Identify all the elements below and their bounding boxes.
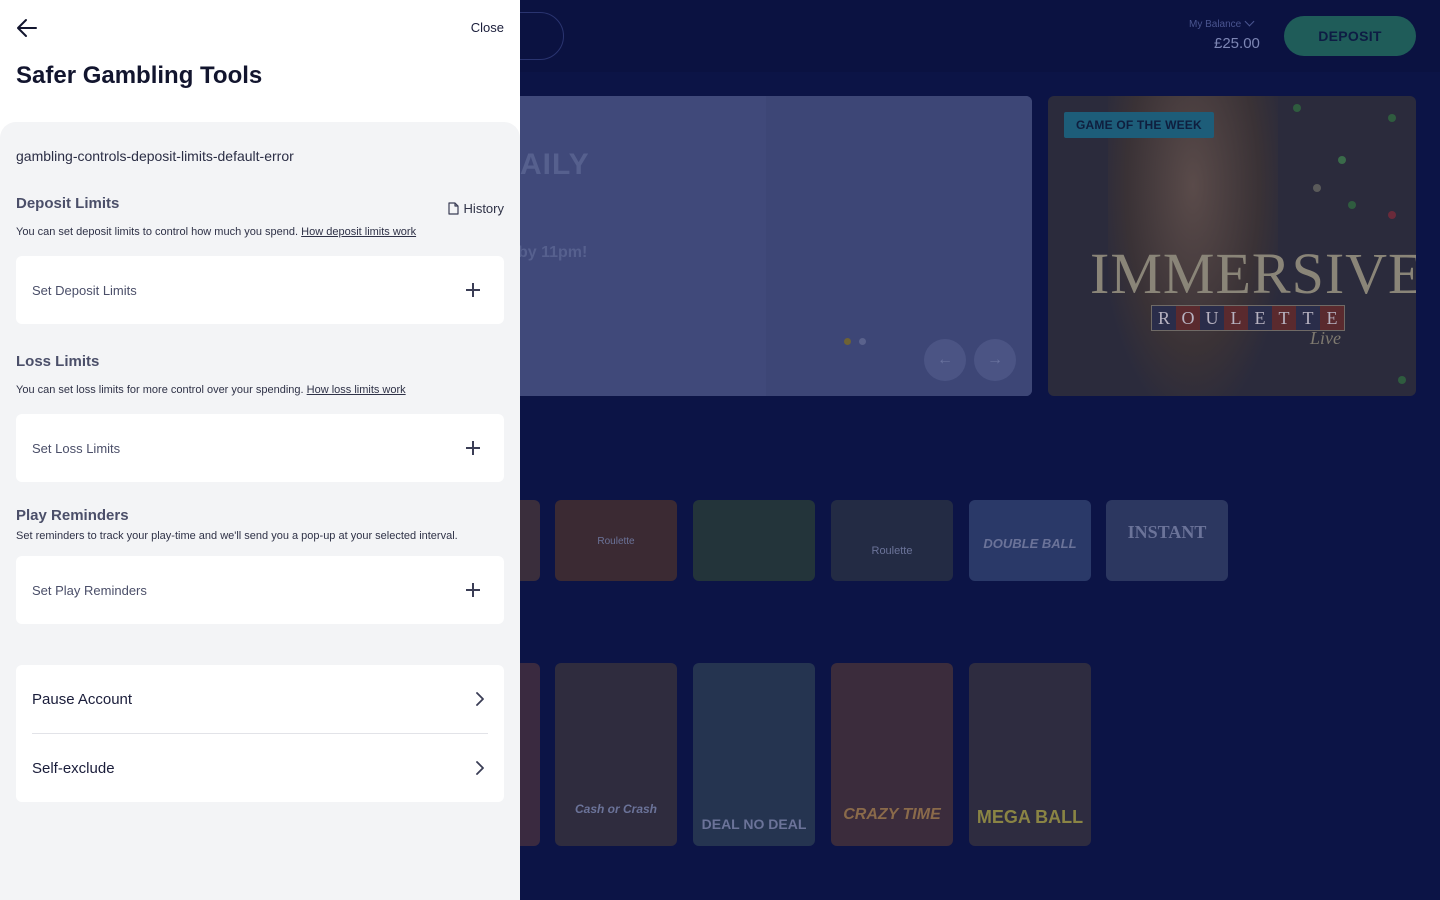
document-icon bbox=[447, 202, 459, 215]
wordmark-letter: T bbox=[1272, 306, 1296, 330]
game-tile[interactable]: Roulette bbox=[831, 500, 953, 581]
loss-limits-help-link[interactable]: How loss limits work bbox=[307, 384, 406, 396]
set-play-reminders-label: Set Play Reminders bbox=[32, 582, 147, 598]
set-deposit-limits-label: Set Deposit Limits bbox=[32, 282, 137, 298]
hero-title: AILY bbox=[520, 148, 590, 181]
chevron-right-icon bbox=[472, 691, 488, 707]
game-of-the-week-badge: GAME OF THE WEEK bbox=[1064, 112, 1214, 138]
decor-chip bbox=[1348, 201, 1356, 209]
pause-account-label: Pause Account bbox=[32, 690, 133, 708]
balance-label[interactable]: My Balance bbox=[1189, 16, 1255, 30]
wordmark-letter: E bbox=[1254, 307, 1266, 328]
decor-chip bbox=[1338, 156, 1346, 164]
decor-chip bbox=[1388, 211, 1396, 219]
game-of-the-week-card[interactable]: GAME OF THE WEEK IMMERSIVE R O U L E T T… bbox=[1048, 96, 1416, 396]
play-reminders-title: Play Reminders bbox=[16, 507, 129, 524]
game-tile[interactable] bbox=[693, 500, 815, 581]
game-tile[interactable]: CRAZY TIME bbox=[831, 663, 953, 846]
wordmark-letter: E bbox=[1320, 306, 1344, 330]
back-button[interactable] bbox=[16, 18, 38, 38]
game-tile[interactable]: MEGA BALL bbox=[969, 663, 1091, 846]
drawer-header: Close Safer Gambling Tools bbox=[0, 0, 520, 140]
decor-chip bbox=[1313, 184, 1321, 192]
set-play-reminders-button[interactable]: Set Play Reminders bbox=[16, 556, 504, 624]
set-loss-limits-label: Set Loss Limits bbox=[32, 440, 121, 456]
chevron-down-icon bbox=[1244, 16, 1255, 27]
plus-icon bbox=[458, 575, 488, 605]
pause-account-button[interactable]: Pause Account bbox=[32, 665, 488, 733]
decor-chip bbox=[1398, 376, 1406, 384]
deposit-limits-title: Deposit Limits bbox=[16, 195, 120, 212]
drawer-body: gambling-controls-deposit-limits-default… bbox=[0, 122, 520, 900]
history-label: History bbox=[463, 201, 504, 216]
game-tile[interactable]: DOUBLE BALL bbox=[969, 500, 1091, 581]
hero-banner[interactable]: AILY by 11pm! ← → bbox=[440, 96, 1032, 396]
arrow-left-icon: ← bbox=[937, 351, 953, 368]
error-message: gambling-controls-deposit-limits-default… bbox=[16, 148, 294, 164]
wordmark-letter: O bbox=[1176, 306, 1200, 330]
safer-gambling-drawer: Close Safer Gambling Tools gambling-cont… bbox=[0, 0, 520, 900]
carousel-prev-button[interactable]: ← bbox=[924, 339, 966, 381]
set-deposit-limits-button[interactable]: Set Deposit Limits bbox=[16, 256, 504, 324]
game-tile[interactable]: INSTANT bbox=[1106, 500, 1228, 581]
arrow-right-icon: → bbox=[987, 351, 1003, 368]
set-loss-limits-button[interactable]: Set Loss Limits bbox=[16, 414, 504, 482]
loss-limits-description: You can set loss limits for more control… bbox=[16, 384, 406, 396]
wordmark-letter: T bbox=[1302, 307, 1314, 328]
loss-limits-title: Loss Limits bbox=[16, 353, 100, 370]
game-live-label: Live bbox=[1310, 328, 1341, 348]
self-exclude-button[interactable]: Self-exclude bbox=[32, 734, 488, 802]
carousel-dot[interactable] bbox=[859, 338, 866, 345]
account-actions-card: Pause Account Self-exclude bbox=[16, 665, 504, 802]
carousel-next-button[interactable]: → bbox=[974, 339, 1016, 381]
wordmark-letter: U bbox=[1205, 307, 1219, 328]
deposit-button[interactable]: DEPOSIT bbox=[1284, 16, 1416, 56]
hero-subtitle: by 11pm! bbox=[518, 244, 588, 261]
arrow-left-icon bbox=[17, 19, 37, 37]
deposit-limits-description: You can set deposit limits to control ho… bbox=[16, 226, 417, 238]
carousel-dot-active[interactable] bbox=[844, 338, 851, 345]
wordmark-letter: R bbox=[1157, 307, 1170, 328]
plus-icon bbox=[458, 433, 488, 463]
decor-chip bbox=[1388, 114, 1396, 122]
chevron-right-icon bbox=[472, 760, 488, 776]
history-button[interactable]: History bbox=[447, 201, 504, 216]
decor-chip bbox=[1293, 104, 1301, 112]
self-exclude-label: Self-exclude bbox=[32, 759, 115, 777]
page-title: Safer Gambling Tools bbox=[16, 62, 263, 89]
game-tile[interactable]: Roulette bbox=[555, 500, 677, 581]
game-brand-title: IMMERSIVE bbox=[1090, 241, 1416, 306]
wordmark-letter: L bbox=[1224, 306, 1248, 330]
play-reminders-description: Set reminders to track your play-time an… bbox=[16, 530, 458, 542]
game-tile[interactable]: Cash or Crash bbox=[555, 663, 677, 846]
balance-amount: £25.00 bbox=[1214, 35, 1260, 52]
game-tile[interactable]: DEAL NO DEAL bbox=[693, 663, 815, 846]
deposit-limits-help-link[interactable]: How deposit limits work bbox=[301, 226, 416, 238]
plus-icon bbox=[458, 275, 488, 305]
close-button[interactable]: Close bbox=[471, 20, 504, 35]
